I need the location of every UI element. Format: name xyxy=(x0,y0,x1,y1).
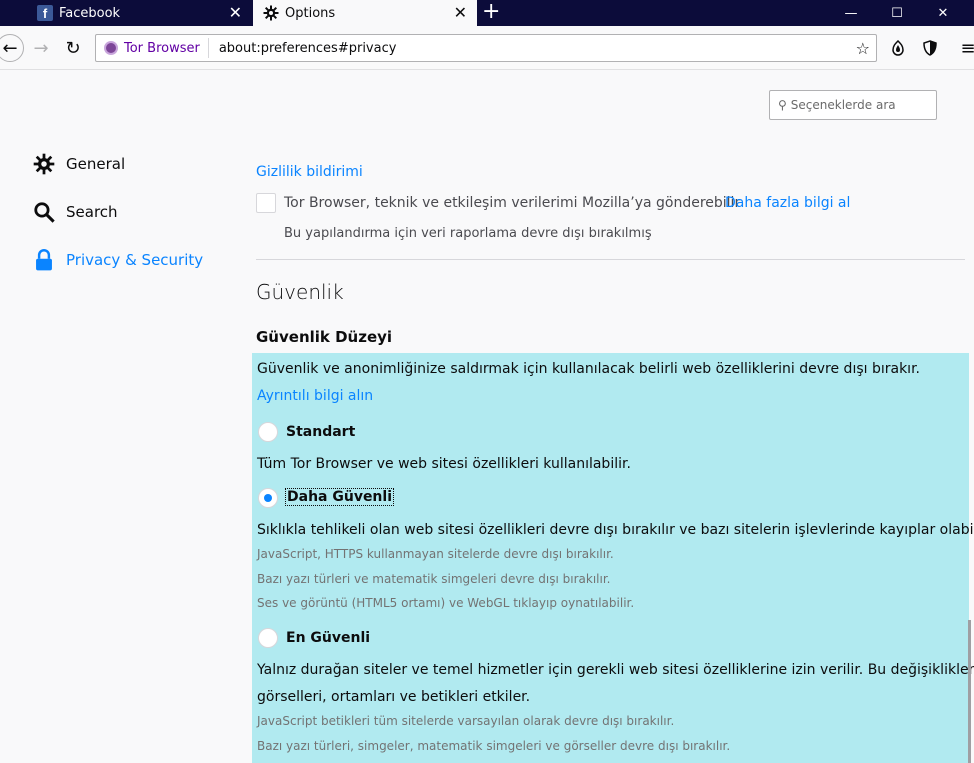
tab-facebook[interactable]: f Facebook ✕ xyxy=(26,0,252,26)
identity-label: Tor Browser xyxy=(124,40,200,56)
back-button[interactable]: ← xyxy=(0,34,24,62)
radio-safest[interactable] xyxy=(258,628,278,648)
tab-strip: f Facebook ✕ Options ✕ + — ☐ ✕ xyxy=(0,0,974,26)
radio-safest-label[interactable]: En Güvenli xyxy=(286,630,370,646)
search-icon: ⚲ xyxy=(778,98,787,112)
identity-box[interactable]: Tor Browser xyxy=(96,38,209,58)
sidebar-item-label: Privacy & Security xyxy=(66,251,204,269)
search-placeholder: Seçeneklerde ara xyxy=(790,98,896,112)
privacy-notice-link[interactable]: Gizlilik bildirimi xyxy=(256,164,363,180)
shield-icon[interactable] xyxy=(917,35,943,61)
safer-detail: Bazı yazı türleri ve matematik simgeleri… xyxy=(257,572,611,586)
url-bar[interactable]: Tor Browser about:preferences#privacy ☆ xyxy=(95,34,877,62)
safer-detail: JavaScript, HTTPS kullanmayan sitelerde … xyxy=(257,547,614,561)
sidebar-item-label: Search xyxy=(66,203,118,221)
safest-description-line2: görselleri, ortamları ve betikleri etkil… xyxy=(257,689,531,705)
safest-detail: Bazı yazı türleri, simgeler, matematik s… xyxy=(257,739,731,753)
safer-description: Sıklıkla tehlikeli olan web sitesi özell… xyxy=(257,522,974,538)
close-window-button[interactable]: ✕ xyxy=(920,0,966,26)
telemetry-label: Tor Browser, teknik ve etkileşim veriler… xyxy=(284,195,741,211)
security-learn-more-link[interactable]: Ayrıntılı bilgi alın xyxy=(257,388,373,404)
close-tab-icon[interactable]: ✕ xyxy=(229,3,242,22)
menu-icon[interactable]: ≡ xyxy=(955,35,974,61)
sidebar-item-general[interactable]: General xyxy=(32,152,125,176)
minimize-button[interactable]: — xyxy=(828,0,874,26)
reload-button[interactable]: ↻ xyxy=(60,35,86,61)
section-divider xyxy=(256,259,965,260)
lock-icon xyxy=(32,248,56,272)
telemetry-note: Bu yapılandırma için veri raporlama devr… xyxy=(284,226,652,241)
radio-standard-label[interactable]: Standart xyxy=(286,424,355,440)
safest-description-line1: Yalnız durağan siteler ve temel hizmetle… xyxy=(257,662,974,678)
tab-options[interactable]: Options ✕ xyxy=(253,0,477,26)
radio-safer-label[interactable]: Daha Güvenli xyxy=(285,488,394,506)
security-section-title: Güvenlik xyxy=(256,280,344,304)
bookmark-star-icon[interactable]: ☆ xyxy=(856,39,870,58)
new-tab-button[interactable]: + xyxy=(482,0,500,24)
facebook-icon: f xyxy=(37,5,53,21)
sidebar-item-privacy-security[interactable]: Privacy & Security xyxy=(32,248,203,272)
search-icon xyxy=(32,200,56,224)
security-description: Güvenlik ve anonimliğinize saldırmak içi… xyxy=(257,361,920,377)
tor-onion-icon xyxy=(104,41,118,55)
scrollbar-thumb[interactable] xyxy=(968,620,971,763)
tor-onion-button[interactable] xyxy=(885,35,911,61)
sidebar-item-label: General xyxy=(66,155,126,173)
gear-icon xyxy=(32,152,56,176)
standard-description: Tüm Tor Browser ve web sitesi özellikler… xyxy=(257,456,631,472)
close-tab-icon[interactable]: ✕ xyxy=(454,3,467,22)
url-text[interactable]: about:preferences#privacy xyxy=(209,41,397,56)
radio-safer[interactable] xyxy=(258,488,278,508)
preferences-search-input[interactable]: ⚲ Seçeneklerde ara xyxy=(769,90,937,120)
nav-bar: ← → ↻ Tor Browser about:preferences#priv… xyxy=(0,26,974,70)
tab-title: Options xyxy=(285,5,336,21)
forward-button[interactable]: → xyxy=(28,35,54,61)
telemetry-checkbox[interactable] xyxy=(256,193,276,213)
gear-icon xyxy=(263,5,279,21)
safest-detail: JavaScript betikleri tüm sitelerde varsa… xyxy=(257,714,675,728)
telemetry-learn-more-link[interactable]: Daha fazla bilgi al xyxy=(725,195,850,211)
radio-standard[interactable] xyxy=(258,422,278,442)
maximize-button[interactable]: ☐ xyxy=(874,0,920,26)
sidebar-item-search[interactable]: Search xyxy=(32,200,118,224)
safer-detail: Ses ve görüntü (HTML5 ortamı) ve WebGL t… xyxy=(257,596,635,610)
security-level-title: Güvenlik Düzeyi xyxy=(256,328,393,346)
tab-title: Facebook xyxy=(59,5,121,21)
